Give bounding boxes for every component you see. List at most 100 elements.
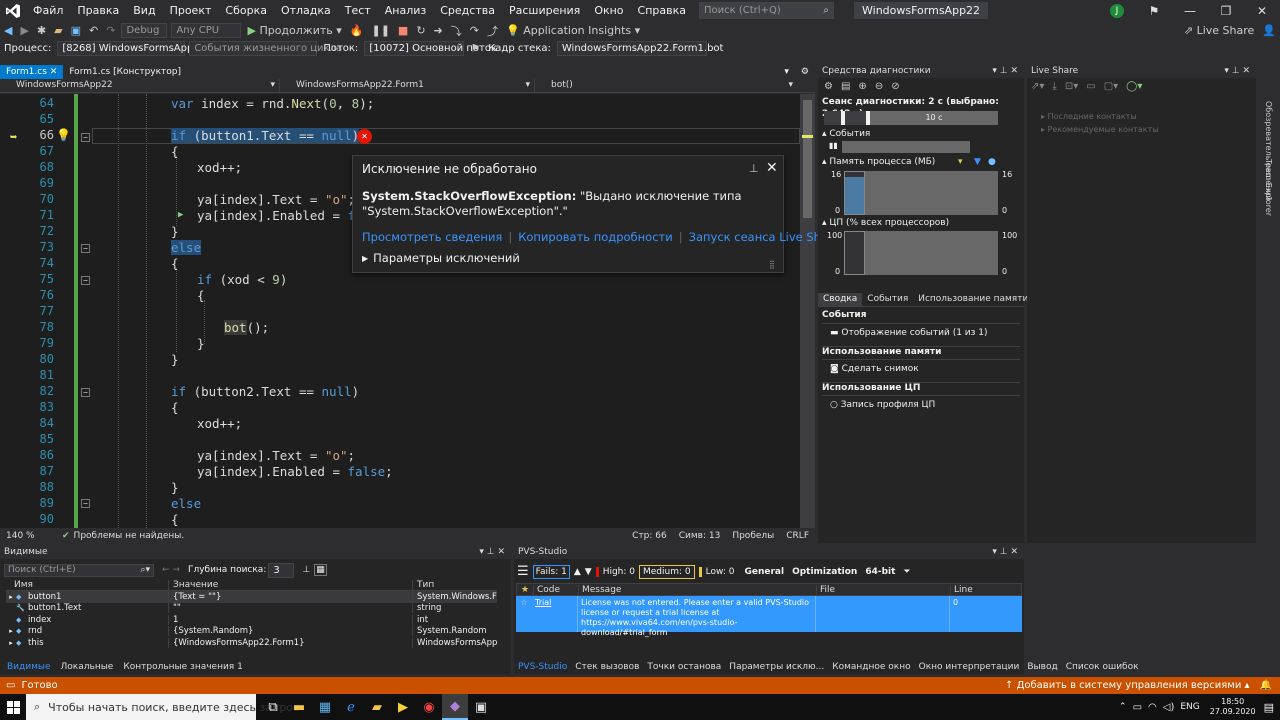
tab-locals[interactable]: Локальные: [56, 661, 119, 674]
recent-contacts[interactable]: ▸ Последние контакты: [1041, 110, 1159, 123]
team-explorer-tab[interactable]: Team Explorer: [1264, 159, 1273, 216]
panel-pin-icon[interactable]: ▾ ⊥ ✕: [479, 546, 505, 559]
notification-center-icon[interactable]: ▤: [1264, 701, 1274, 714]
search-back-icon[interactable]: ← →: [162, 565, 180, 575]
bottom-tab[interactable]: PVS-Studio: [514, 661, 571, 674]
minimize-icon[interactable]: —: [1172, 4, 1208, 18]
high-filter[interactable]: High: 0: [595, 566, 635, 577]
copy-details-link[interactable]: Копировать подробности: [518, 230, 672, 244]
recommended-contacts[interactable]: ▸ Рекомендуемые контакты: [1041, 123, 1159, 136]
bottom-tab[interactable]: Точки останова: [643, 661, 725, 674]
network-icon[interactable]: ▭: [1133, 702, 1142, 713]
media-player-icon[interactable]: ▶: [390, 694, 416, 720]
clock[interactable]: 18:50 27.09.2020: [1210, 697, 1256, 717]
tab-form1-designer[interactable]: Form1.cs [Конструктор]: [63, 65, 187, 79]
variable-value[interactable]: {System.Random}: [168, 626, 412, 637]
open-file-icon[interactable]: ▰: [54, 24, 62, 37]
col-value[interactable]: Значение: [168, 579, 412, 590]
take-snapshot-link[interactable]: ◙ Сделать снимок: [822, 360, 1020, 382]
chat-icon[interactable]: ▭: [1086, 81, 1095, 92]
pvs-code-link[interactable]: Trial: [532, 596, 577, 609]
favorite-star-icon[interactable]: ☆: [516, 596, 532, 607]
tab-close-icon[interactable]: ✕: [50, 67, 58, 77]
64bit-filter[interactable]: 64-bit: [865, 567, 895, 577]
resize-grip-icon[interactable]: ⣿: [769, 260, 775, 269]
close-icon[interactable]: ✕: [766, 160, 778, 176]
tab-events[interactable]: События: [862, 293, 913, 306]
depth-select[interactable]: 3: [268, 562, 295, 578]
language-indicator[interactable]: ENG: [1180, 702, 1199, 712]
menu-view[interactable]: Вид: [126, 0, 162, 21]
low-filter[interactable]: Low: 0: [698, 566, 734, 577]
bottom-tab[interactable]: Стек вызовов: [571, 661, 643, 674]
table-row[interactable]: ◆ index 1 int: [6, 614, 497, 626]
menu-tools[interactable]: Средства: [433, 0, 502, 21]
store-icon[interactable]: ▦: [312, 694, 338, 720]
quick-launch-search[interactable]: Поиск (Ctrl+Q) ⌕: [699, 2, 835, 19]
visual-studio-logo-icon[interactable]: [0, 0, 26, 21]
status-circle-icon[interactable]: ◯▾: [1126, 81, 1142, 92]
reset-zoom-icon[interactable]: ⊘: [891, 81, 899, 92]
step-into-icon[interactable]: ⤵: [451, 23, 462, 39]
step-out-icon[interactable]: ⤴: [487, 23, 498, 39]
autos-search-input[interactable]: Поиск (Ctrl+E) ⌕▾: [4, 563, 154, 577]
bottom-tab[interactable]: Вывод: [1023, 661, 1061, 674]
bottom-tab[interactable]: Список ошибок: [1062, 661, 1143, 674]
pvs-message-row[interactable]: ☆ Trial License was not entered. Please …: [516, 596, 1022, 637]
view-details-link[interactable]: Просмотреть сведения: [362, 230, 502, 244]
menu-window[interactable]: Окно: [587, 0, 630, 21]
source-control-button[interactable]: ↑ Добавить в систему управления версиями…: [1005, 680, 1250, 691]
menu-hamburger-icon[interactable]: ☰: [517, 564, 529, 579]
variable-value[interactable]: 1: [168, 614, 412, 625]
editor-vertical-scrollbar[interactable]: [800, 94, 815, 528]
filter-icon[interactable]: ⏷: [903, 567, 910, 577]
feedback-icon[interactable]: ⚑: [1136, 4, 1172, 18]
timeline-ruler[interactable]: 10 с: [824, 111, 998, 125]
expand-icon[interactable]: ▸: [6, 627, 16, 635]
zoom-level[interactable]: 140 %: [6, 531, 46, 541]
windows-start-icon[interactable]: [0, 694, 26, 720]
general-filter[interactable]: General: [744, 567, 784, 577]
tab-summary[interactable]: Сводка: [818, 293, 863, 306]
variable-value[interactable]: {Text = ""}: [168, 591, 412, 602]
fold-icon[interactable]: −: [81, 133, 90, 142]
lifecycle-events-button[interactable]: События жизненного цикла: [189, 41, 342, 56]
thread-select[interactable]: [10072] Основной поток: [364, 41, 497, 56]
restart-icon[interactable]: ↻: [416, 24, 425, 37]
menu-file[interactable]: Файл: [26, 0, 70, 21]
tab-watch1[interactable]: Контрольные значения 1: [118, 661, 247, 674]
show-next-statement-icon[interactable]: ➜: [434, 24, 443, 37]
share-icon[interactable]: ⇗▾: [1031, 81, 1044, 92]
pin-icon[interactable]: ⊥: [749, 162, 759, 175]
col-type[interactable]: Тип: [412, 579, 434, 590]
menu-analyze[interactable]: Анализ: [378, 0, 434, 21]
zoom-out-icon[interactable]: ⊖: [875, 81, 883, 92]
issues-status[interactable]: Проблемы не найдены.: [74, 531, 185, 541]
taskbar-search[interactable]: ⌕ Чтобы начать поиск, введите здесь запр…: [26, 694, 299, 720]
nav-class[interactable]: WindowsFormsApp22.Form1 ▾: [280, 79, 535, 92]
live-share-button[interactable]: ⇗ Live Share: [1184, 24, 1254, 37]
wifi-icon[interactable]: ◠: [1148, 702, 1157, 713]
tab-memory-usage[interactable]: Использование памяти: [913, 293, 1033, 306]
admin-icon[interactable]: 👤: [1262, 24, 1276, 37]
expand-icon[interactable]: ▸: [6, 593, 16, 601]
settings-icon[interactable]: ⚙: [795, 65, 815, 79]
notifications-icon[interactable]: 🔔: [1260, 680, 1272, 691]
medium-filter[interactable]: Medium: 0: [639, 564, 695, 579]
explorer-icon[interactable]: ▬: [286, 694, 312, 720]
exception-settings-expander[interactable]: ▶ Параметры исключений: [362, 251, 520, 265]
col-name[interactable]: Имя: [6, 580, 168, 590]
task-view-icon[interactable]: ⧉: [260, 694, 286, 720]
variable-value[interactable]: "": [168, 603, 412, 614]
tab-autos[interactable]: Видимые: [2, 661, 56, 674]
menu-help[interactable]: Справка: [631, 0, 693, 21]
user-avatar[interactable]: J: [1110, 3, 1124, 18]
select-tools-icon[interactable]: ▤: [841, 81, 850, 92]
process-select[interactable]: [8268] WindowsFormsApp22.exe: [57, 41, 227, 56]
folder-icon[interactable]: ▰: [364, 694, 390, 720]
expand-icon[interactable]: ▸: [6, 639, 16, 647]
terminal-icon[interactable]: ▢▾: [1104, 81, 1118, 92]
table-row[interactable]: ▸ ◆ rnd {System.Random} System.Random: [6, 626, 497, 638]
col-code[interactable]: Code: [533, 584, 578, 595]
settings-icon[interactable]: ⚙: [824, 81, 833, 92]
